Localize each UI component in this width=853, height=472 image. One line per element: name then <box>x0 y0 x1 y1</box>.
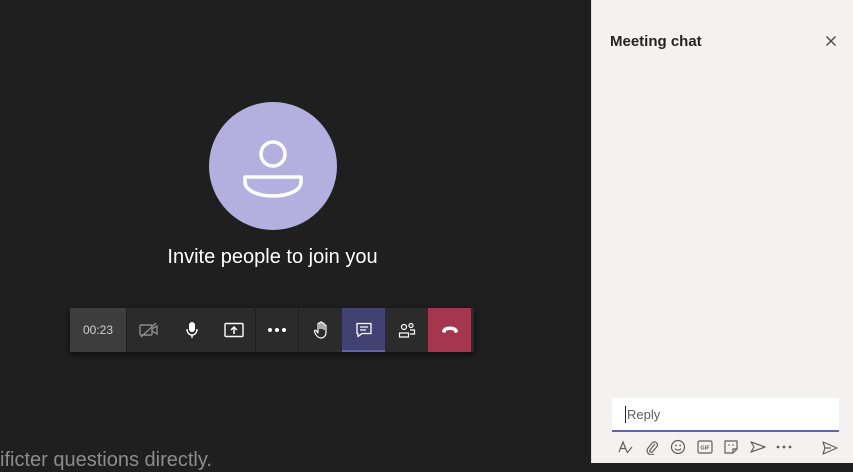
emoji-icon <box>671 439 686 455</box>
close-button[interactable] <box>823 33 839 49</box>
close-icon <box>826 36 836 46</box>
share-screen-button[interactable] <box>213 308 256 352</box>
call-timer: 00:23 <box>70 308 127 352</box>
attach-button[interactable] <box>639 437 666 457</box>
more-actions-button[interactable] <box>256 308 299 352</box>
phone-hangup-icon <box>441 326 458 333</box>
participants-icon <box>398 322 415 338</box>
sticker-icon <box>724 440 738 454</box>
caption-text: ificter questions directly. <box>0 449 212 471</box>
reply-box[interactable] <box>612 398 839 432</box>
emoji-button[interactable] <box>665 437 692 457</box>
attach-icon <box>646 441 658 455</box>
reply-input[interactable] <box>625 405 839 423</box>
format-icon <box>618 440 633 454</box>
svg-text:GIF: GIF <box>700 446 710 452</box>
format-button[interactable] <box>612 437 639 457</box>
meet-now-icon <box>750 441 766 453</box>
hand-icon <box>313 321 327 339</box>
meeting-chat-panel: Meeting chat Reply GIF <box>591 0 853 463</box>
camera-off-icon <box>138 322 158 338</box>
chat-button[interactable] <box>342 308 385 352</box>
sticker-button[interactable] <box>718 437 745 457</box>
camera-off-button[interactable] <box>127 308 170 352</box>
send-icon <box>822 441 838 455</box>
gif-icon: GIF <box>697 440 713 454</box>
more-icon <box>776 445 792 449</box>
gif-button[interactable]: GIF <box>692 437 719 457</box>
avatar <box>209 102 337 230</box>
more-icon <box>268 328 286 332</box>
panel-title: Meeting chat <box>610 33 702 50</box>
chat-icon <box>355 322 372 338</box>
more-options-button[interactable] <box>771 437 798 457</box>
share-screen-icon <box>224 322 244 338</box>
person-icon <box>243 140 303 198</box>
microphone-icon <box>185 322 198 338</box>
invite-text: Invite people to join you <box>167 246 378 268</box>
compose-toolbar: GIF <box>612 437 844 457</box>
participants-button[interactable] <box>385 308 428 352</box>
raise-hand-button[interactable] <box>299 308 342 352</box>
send-button[interactable] <box>821 439 839 457</box>
hang-up-button[interactable] <box>428 308 471 352</box>
call-stage: Invite people to join you 00:23 ificter … <box>0 0 591 471</box>
meet-now-button[interactable] <box>745 437 772 457</box>
microphone-button[interactable] <box>170 308 213 352</box>
call-controls: 00:23 <box>70 308 474 352</box>
